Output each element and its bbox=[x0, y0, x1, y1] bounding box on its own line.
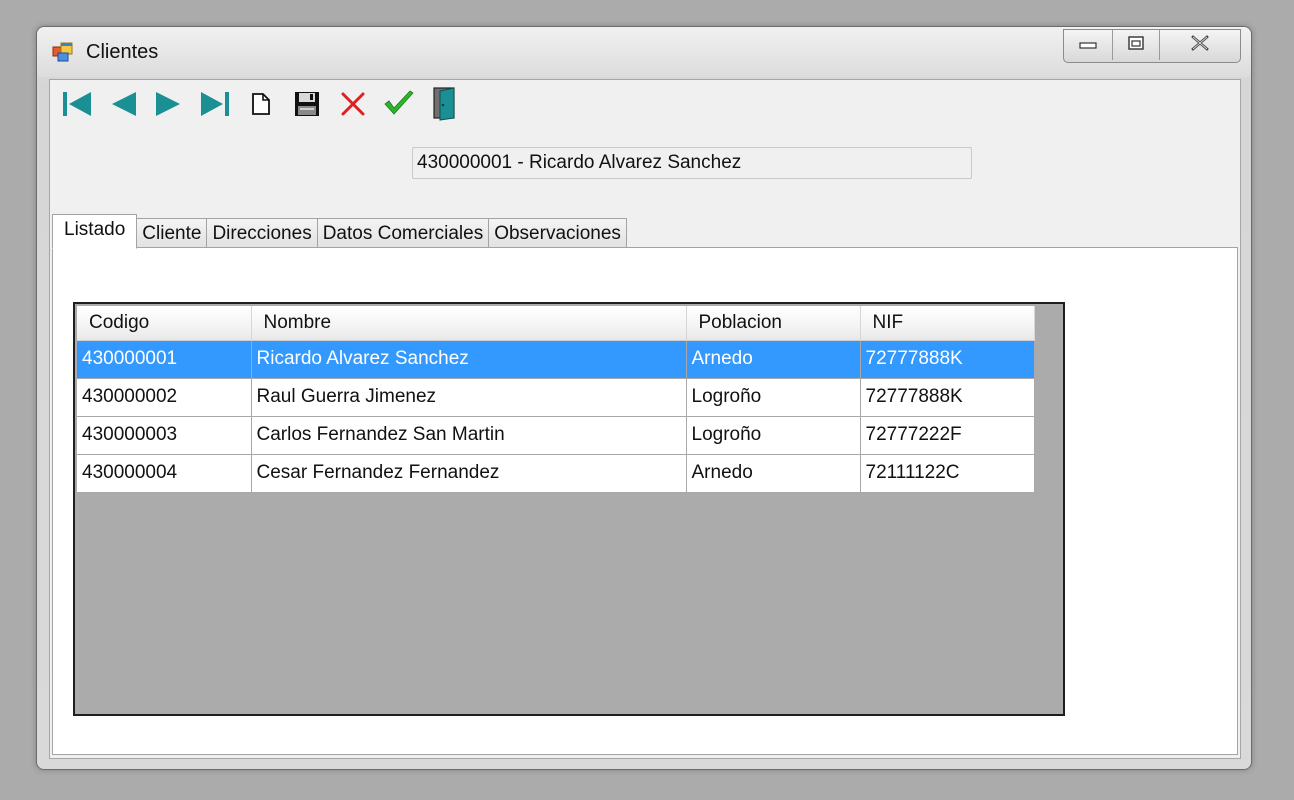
next-record-icon bbox=[154, 90, 184, 118]
cell-poblacion[interactable]: Arnedo bbox=[686, 454, 861, 493]
column-header-nif[interactable]: NIF bbox=[860, 306, 1035, 341]
first-record-button[interactable] bbox=[54, 84, 100, 124]
cell-codigo[interactable]: 430000002 bbox=[77, 378, 252, 417]
tab-strip: Listado Cliente Direcciones Datos Comerc… bbox=[52, 212, 627, 249]
table-row[interactable]: 430000003 Carlos Fernandez San Martin Lo… bbox=[77, 416, 1035, 455]
first-record-icon bbox=[61, 90, 93, 118]
cell-codigo[interactable]: 430000003 bbox=[77, 416, 252, 455]
minimize-button[interactable] bbox=[1064, 30, 1113, 60]
cell-nif[interactable]: 72777222F bbox=[860, 416, 1035, 455]
cell-codigo[interactable]: 430000001 bbox=[77, 340, 252, 379]
floppy-disk-icon bbox=[294, 91, 320, 117]
close-icon bbox=[1190, 34, 1210, 56]
previous-record-icon bbox=[108, 90, 138, 118]
column-header-nombre[interactable]: Nombre bbox=[251, 306, 687, 341]
title-bar[interactable]: Clientes bbox=[37, 27, 1251, 77]
app-window-icon bbox=[52, 41, 74, 63]
clientes-window: Clientes 430000001 - Ricardo Alvarez San… bbox=[36, 26, 1252, 770]
cell-nombre[interactable]: Cesar Fernandez Fernandez bbox=[251, 454, 687, 493]
new-record-button[interactable] bbox=[238, 84, 284, 124]
save-button[interactable] bbox=[284, 84, 330, 124]
green-check-icon bbox=[383, 90, 415, 118]
client-area: 430000001 - Ricardo Alvarez Sanchez List… bbox=[49, 79, 1241, 759]
cell-codigo[interactable]: 430000004 bbox=[77, 454, 252, 493]
accept-button[interactable] bbox=[376, 84, 422, 124]
cell-nif[interactable]: 72777888K bbox=[860, 340, 1035, 379]
exit-door-icon bbox=[432, 87, 458, 121]
column-header-codigo[interactable]: Codigo bbox=[77, 306, 252, 341]
close-button[interactable] bbox=[1160, 30, 1240, 60]
tab-listado[interactable]: Listado bbox=[52, 214, 138, 249]
cell-nombre[interactable]: Raul Guerra Jimenez bbox=[251, 378, 687, 417]
minimize-icon bbox=[1079, 36, 1097, 54]
cell-poblacion[interactable]: Logroño bbox=[686, 378, 861, 417]
delete-button[interactable] bbox=[330, 84, 376, 124]
tab-datos-comerciales[interactable]: Datos Comerciales bbox=[316, 218, 490, 248]
header-row: Codigo Nombre Poblacion NIF bbox=[77, 306, 1035, 341]
maximize-button[interactable] bbox=[1113, 30, 1160, 60]
clients-table: Codigo Nombre Poblacion NIF 430000001 Ri… bbox=[77, 306, 1035, 493]
new-document-icon bbox=[250, 92, 272, 116]
tab-cliente[interactable]: Cliente bbox=[136, 218, 208, 248]
cell-poblacion[interactable]: Arnedo bbox=[686, 340, 861, 379]
toolbar bbox=[54, 84, 468, 124]
table-row[interactable]: 430000001 Ricardo Alvarez Sanchez Arnedo… bbox=[77, 340, 1035, 379]
clients-grid[interactable]: Codigo Nombre Poblacion NIF 430000001 Ri… bbox=[73, 302, 1065, 716]
last-record-button[interactable] bbox=[192, 84, 238, 124]
tab-direcciones[interactable]: Direcciones bbox=[206, 218, 318, 248]
cell-nombre[interactable]: Carlos Fernandez San Martin bbox=[251, 416, 687, 455]
column-header-poblacion[interactable]: Poblacion bbox=[686, 306, 861, 341]
cell-nif[interactable]: 72111122C bbox=[860, 454, 1035, 493]
current-record-field[interactable]: 430000001 - Ricardo Alvarez Sanchez bbox=[412, 147, 972, 179]
tab-observaciones[interactable]: Observaciones bbox=[488, 218, 627, 248]
table-row[interactable]: 430000004 Cesar Fernandez Fernandez Arne… bbox=[77, 454, 1035, 493]
exit-button[interactable] bbox=[422, 84, 468, 124]
caption-buttons bbox=[1063, 29, 1241, 63]
cell-nombre[interactable]: Ricardo Alvarez Sanchez bbox=[251, 340, 687, 379]
window-title: Clientes bbox=[86, 41, 159, 63]
red-x-icon bbox=[340, 91, 366, 117]
table-row[interactable]: 430000002 Raul Guerra Jimenez Logroño 72… bbox=[77, 378, 1035, 417]
last-record-icon bbox=[199, 90, 231, 118]
maximize-icon bbox=[1127, 35, 1145, 56]
next-record-button[interactable] bbox=[146, 84, 192, 124]
previous-record-button[interactable] bbox=[100, 84, 146, 124]
cell-poblacion[interactable]: Logroño bbox=[686, 416, 861, 455]
cell-nif[interactable]: 72777888K bbox=[860, 378, 1035, 417]
listado-panel: Codigo Nombre Poblacion NIF 430000001 Ri… bbox=[52, 247, 1238, 755]
